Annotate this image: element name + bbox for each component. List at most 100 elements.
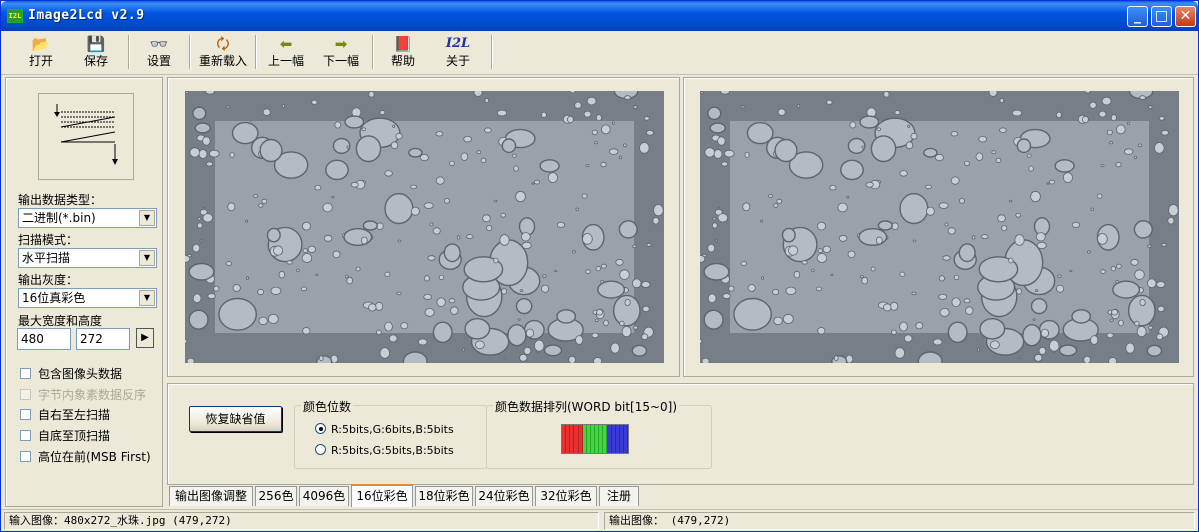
water-drop — [963, 160, 970, 167]
water-drop — [443, 198, 450, 204]
water-drop — [610, 342, 620, 354]
water-drop — [1148, 105, 1153, 109]
water-drop — [432, 321, 453, 344]
bit-layout-strip — [561, 424, 629, 454]
chevron-down-icon[interactable]: ▼ — [139, 250, 155, 266]
tab-4096-color[interactable]: 4096色 — [299, 486, 349, 506]
water-drop — [950, 131, 959, 137]
water-drop — [1118, 319, 1124, 327]
radio-dot[interactable] — [315, 444, 326, 455]
chevron-down-icon[interactable]: ▼ — [139, 210, 155, 226]
tab-24bit-color[interactable]: 24位彩色 — [475, 486, 533, 506]
chevron-down-icon[interactable]: ▼ — [139, 290, 155, 306]
radio-565[interactable]: R:5bits,G:6bits,B:5bits — [315, 423, 454, 436]
tab-18bit-color[interactable]: 18位彩色 — [415, 486, 473, 506]
output-image-preview[interactable] — [700, 91, 1179, 363]
right-to-left-checkbox[interactable]: 自右至左扫描 — [20, 406, 110, 423]
water-drop — [632, 244, 637, 248]
water-drop — [1034, 353, 1043, 362]
tab-32bit-color[interactable]: 32位彩色 — [535, 486, 597, 506]
checkbox-box[interactable] — [20, 368, 31, 379]
water-drop — [899, 271, 906, 277]
tab-output-adjust[interactable]: 输出图像调整 — [169, 486, 253, 506]
close-button[interactable]: ✕ — [1175, 6, 1196, 27]
include-header-checkbox[interactable]: 包含图像头数据 — [20, 365, 122, 382]
max-height-input[interactable]: 272 — [76, 328, 130, 350]
checkbox-box[interactable] — [20, 409, 31, 420]
help-button[interactable]: 📕 帮助 — [381, 34, 425, 72]
max-width-input[interactable]: 480 — [17, 328, 71, 350]
open-button[interactable]: 📂 打开 — [19, 34, 63, 72]
radio-555[interactable]: R:5bits,G:5bits,B:5bits — [315, 444, 454, 457]
next-image-button[interactable]: ➡ 下一幅 — [318, 34, 364, 72]
water-drop — [782, 313, 794, 324]
reload-button[interactable]: 🗘 重新载入 — [195, 34, 251, 72]
water-drop — [218, 297, 257, 331]
save-button[interactable]: 💾 保存 — [74, 34, 118, 72]
title-bar[interactable]: I2L Image2Lcd v2.9 _ □ ✕ — [1, 1, 1198, 31]
settings-button[interactable]: 👓 设置 — [137, 34, 181, 72]
water-drop — [486, 225, 493, 232]
water-drop — [978, 136, 987, 143]
radio-dot[interactable] — [315, 423, 326, 434]
restore-defaults-button[interactable]: 恢复缺省值 — [189, 406, 282, 432]
water-drop — [379, 110, 386, 116]
tab-register[interactable]: 注册 — [599, 486, 639, 506]
water-drop — [307, 245, 316, 254]
water-drop — [376, 329, 382, 335]
water-drop — [566, 115, 574, 124]
gray-level-select[interactable]: 16位真彩色 ▼ — [18, 288, 157, 308]
water-drop — [1098, 110, 1107, 118]
water-drop — [384, 170, 393, 177]
minimize-button[interactable]: _ — [1127, 6, 1148, 27]
input-image-preview[interactable] — [185, 91, 664, 363]
water-drop — [571, 250, 576, 254]
water-drop — [711, 222, 718, 229]
water-drop — [273, 245, 284, 256]
tab-16bit-color[interactable]: 16位彩色 — [351, 484, 413, 507]
tab-256-color[interactable]: 256色 — [255, 486, 297, 506]
water-drop — [202, 213, 214, 223]
water-drop — [368, 303, 377, 312]
about-button[interactable]: I2L 关于 — [436, 34, 480, 72]
water-drop — [595, 265, 601, 272]
checkbox-box[interactable] — [20, 430, 31, 441]
water-drop — [939, 307, 950, 317]
maximize-button[interactable]: □ — [1151, 6, 1172, 27]
apply-size-button[interactable]: ▶ — [136, 328, 154, 348]
output-type-select[interactable]: 二进制(*.bin) ▼ — [18, 208, 157, 228]
water-drop — [375, 301, 384, 311]
water-drop — [829, 184, 837, 191]
bottom-to-top-checkbox[interactable]: 自底至顶扫描 — [20, 427, 110, 444]
checkbox-box[interactable] — [20, 451, 31, 462]
msb-first-checkbox[interactable]: 高位在前(MSB First) — [20, 448, 151, 465]
previous-label: 上一幅 — [267, 54, 304, 68]
water-drop — [1089, 101, 1097, 109]
water-drop — [384, 271, 391, 277]
water-drop — [861, 276, 869, 285]
water-drop — [575, 335, 584, 345]
water-drop — [742, 202, 751, 212]
water-drop — [515, 298, 533, 315]
water-drop — [539, 159, 560, 173]
scan-mode-select[interactable]: 水平扫描 ▼ — [18, 248, 157, 268]
msb-first-label: 高位在前(MSB First) — [38, 450, 151, 464]
output-image-panel — [683, 77, 1194, 377]
scan-mode-value: 水平扫描 — [22, 251, 71, 265]
water-drop — [938, 293, 948, 300]
water-drop — [925, 184, 933, 190]
settings-panel: 输出数据类型： 二进制(*.bin) ▼ 扫描模式： 水平扫描 ▼ 输出灰度： … — [5, 77, 163, 507]
water-drop — [1110, 309, 1119, 316]
water-drop — [384, 321, 393, 332]
water-drop — [1112, 280, 1141, 299]
water-drop — [963, 298, 971, 304]
water-drop — [186, 357, 195, 363]
previous-image-button[interactable]: ⬅ 上一幅 — [263, 34, 309, 72]
water-drop — [907, 124, 911, 128]
water-drop — [585, 269, 591, 274]
toolbar-separator — [491, 35, 493, 69]
water-drop — [332, 250, 341, 258]
water-drop — [858, 227, 888, 246]
water-drop — [958, 198, 965, 204]
water-drop — [995, 157, 1002, 164]
